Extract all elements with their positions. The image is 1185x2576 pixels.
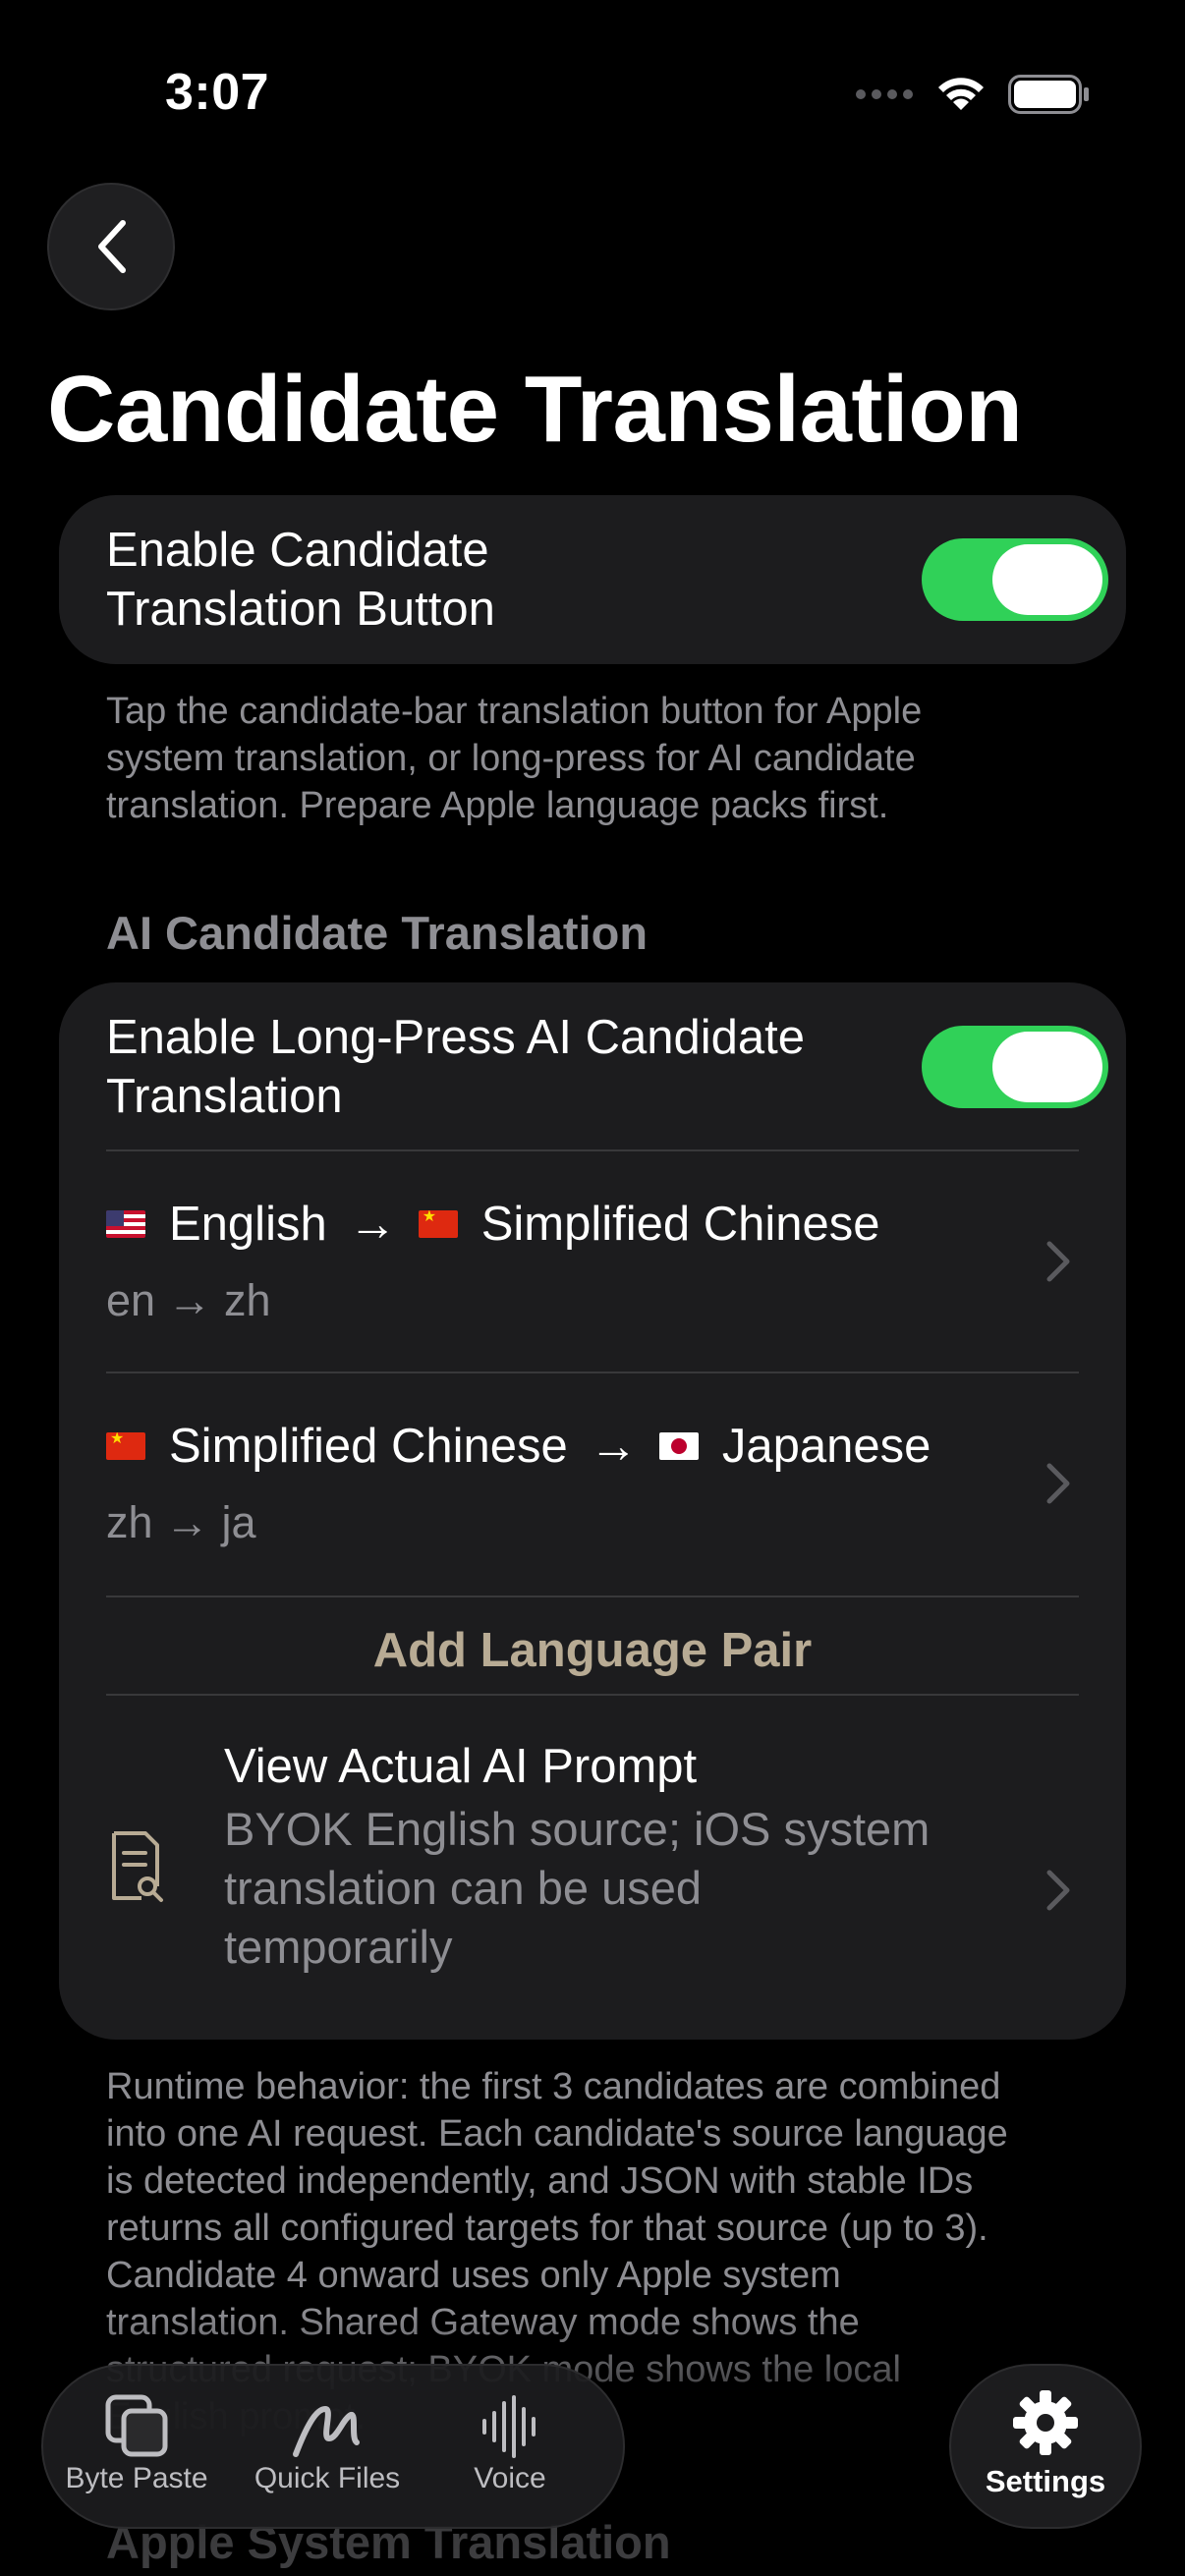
subtitle-line: temporarily (224, 1921, 453, 1973)
cn-flag-icon (418, 1210, 458, 1238)
arrow-icon: → (589, 1420, 638, 1473)
tab-label: Quick Files (254, 2462, 401, 2494)
language-pair-codes: en → zh (106, 1275, 271, 1325)
toggle-label-line: Enable Long-Press AI Candidate (106, 1011, 805, 1064)
toggle-label-line: Enable Candidate (106, 524, 489, 577)
language-pair-row[interactable]: Simplified Chinese → Japanese zh → ja (59, 1373, 1126, 1596)
footnote-line: translation. Prepare Apple language pack… (106, 785, 889, 826)
status-icons (855, 73, 1091, 116)
subtitle-line: BYOK English source; iOS system (224, 1803, 931, 1855)
enable-candidate-translation-label: Enable Candidate Translation Button (106, 521, 495, 639)
ai-section-header: AI Candidate Translation (106, 907, 649, 959)
status-time: 3:07 (165, 64, 270, 121)
footnote-line: into one AI request. Each candidate's so… (106, 2113, 1008, 2155)
enable-candidate-translation-card: Enable Candidate Translation Button (59, 495, 1126, 664)
waveform-icon (417, 2389, 603, 2458)
toggle-label-line: Translation (106, 1070, 343, 1123)
document-search-icon (112, 1831, 163, 1902)
cn-flag-icon (106, 1432, 145, 1460)
view-ai-prompt-title: View Actual AI Prompt (224, 1740, 698, 1793)
us-flag-icon (106, 1210, 145, 1238)
enable-long-press-ai-toggle[interactable] (922, 1026, 1108, 1108)
toggle-knob (992, 1032, 1102, 1102)
tab-bar: Byte Paste Quick Files Voice (41, 2364, 625, 2529)
chevron-right-icon (1046, 1241, 1070, 1282)
tab-label: Settings (985, 2464, 1106, 2498)
pair-target: Japanese (721, 1420, 931, 1473)
pair-source: English (169, 1198, 327, 1251)
view-ai-prompt-subtitle: BYOK English source; iOS system translat… (224, 1800, 930, 1977)
language-pair-codes: zh → ja (106, 1497, 256, 1547)
toggle-label-line: Translation Button (106, 583, 495, 636)
wifi-icon (938, 78, 984, 110)
add-language-pair-button[interactable]: Add Language Pair (59, 1597, 1126, 1694)
jp-flag-icon (658, 1432, 699, 1460)
page-title: Candidate Translation (47, 357, 1023, 462)
tab-voice[interactable]: Voice (417, 2389, 603, 2495)
language-pair-row[interactable]: English → Simplified Chinese en → zh (59, 1151, 1126, 1372)
footnote-line: returns all configured targets for that … (106, 2208, 988, 2249)
footnote-line: Candidate 4 onward uses only Apple syste… (106, 2255, 841, 2296)
status-bar: 3:07 (0, 0, 1185, 147)
enable-candidate-translation-toggle[interactable] (922, 538, 1108, 621)
gear-icon (951, 2387, 1140, 2458)
cellular-dots-icon (856, 89, 913, 99)
tab-settings[interactable]: Settings (949, 2364, 1142, 2529)
candidate-translation-footnote: Tap the candidate-bar translation button… (106, 688, 1089, 829)
ai-candidate-translation-card: Enable Long-Press AI Candidate Translati… (59, 982, 1126, 2040)
tab-label: Voice (474, 2462, 546, 2494)
chevron-right-icon (1046, 1870, 1070, 1911)
footnote-line: is detected independently, and JSON with… (106, 2160, 974, 2202)
footnote-line: translation. Shared Gateway mode shows t… (106, 2302, 860, 2343)
add-language-pair-label: Add Language Pair (372, 1624, 813, 1677)
copy-icon (43, 2389, 230, 2458)
footnote-line: system translation, or long-press for AI… (106, 738, 916, 779)
toggle-knob (992, 544, 1102, 615)
scribble-icon (234, 2389, 421, 2458)
enable-long-press-ai-label: Enable Long-Press AI Candidate Translati… (106, 1008, 805, 1126)
subtitle-line: translation can be used (224, 1862, 702, 1914)
arrow-icon: → (348, 1198, 397, 1251)
footnote-line: Runtime behavior: the first 3 candidates… (106, 2066, 1001, 2107)
tab-quick-files[interactable]: Quick Files (234, 2389, 421, 2495)
battery-icon (1008, 75, 1089, 114)
footnote-line: Tap the candidate-bar translation button… (106, 691, 923, 732)
pair-source: Simplified Chinese (169, 1420, 568, 1473)
tab-label: Byte Paste (65, 2462, 208, 2494)
language-pair-title: Simplified Chinese → Japanese (106, 1419, 931, 1474)
back-button[interactable] (47, 183, 175, 310)
pair-target: Simplified Chinese (480, 1198, 880, 1251)
chevron-left-icon (98, 220, 126, 273)
view-ai-prompt-row[interactable]: View Actual AI Prompt BYOK English sourc… (59, 1696, 1126, 2040)
tab-byte-paste[interactable]: Byte Paste (43, 2389, 230, 2495)
language-pair-title: English → Simplified Chinese (106, 1197, 880, 1252)
chevron-right-icon (1046, 1463, 1070, 1504)
